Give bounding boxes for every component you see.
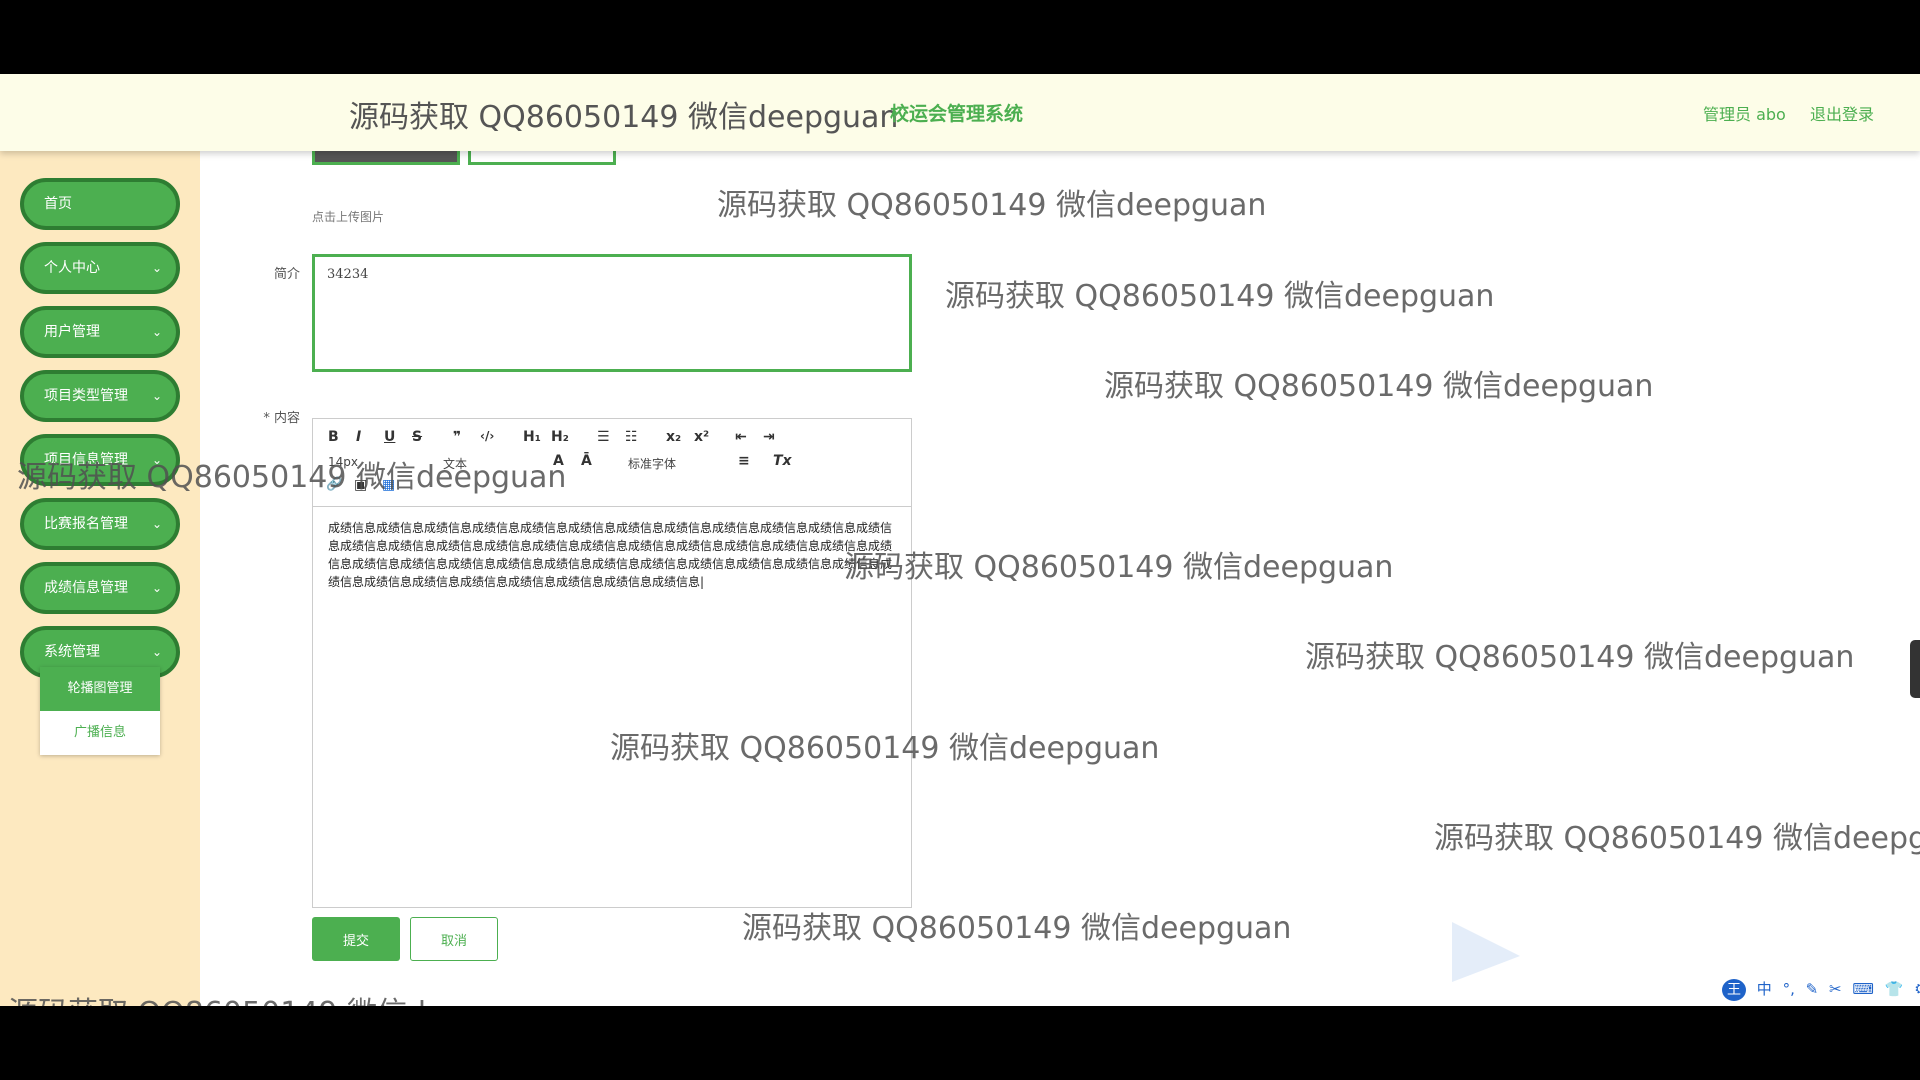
chevron-down-icon: ⌄ [151, 453, 162, 467]
text-style-select[interactable]: 文本 [443, 455, 467, 472]
h1-button[interactable]: H₁ [523, 429, 541, 445]
sidebar-item-label: 个人中心 [44, 260, 100, 276]
uploaded-image-thumbnail[interactable] [312, 151, 460, 165]
rich-text-editor: B I U S ❞ ‹/› H₁ H₂ ☰ ☷ x₂ x² ⇤ ⇥ 14px 文… [312, 418, 912, 908]
editor-toolbar: B I U S ❞ ‹/› H₁ H₂ ☰ ☷ x₂ x² ⇤ ⇥ 14px 文… [313, 419, 911, 507]
bullet-list-icon[interactable]: ☷ [625, 429, 638, 445]
sidebar-item-label: 首页 [44, 196, 72, 212]
ime-chinese-mode-icon[interactable]: 中 [1757, 980, 1772, 998]
content-label: * 内容 [263, 411, 300, 426]
sidebar-item-label: 成绩信息管理 [44, 580, 128, 596]
ime-logo-icon[interactable]: 王 [1722, 979, 1746, 1001]
ime-punctuation-icon[interactable]: °, [1783, 980, 1795, 998]
ime-scissors-icon[interactable]: ✂ [1829, 980, 1842, 998]
strike-button[interactable]: S [412, 429, 422, 445]
code-icon[interactable]: ‹/› [480, 429, 494, 443]
bold-button[interactable]: B [328, 429, 339, 445]
clear-format-icon[interactable]: Tx [773, 453, 792, 469]
italic-button[interactable]: I [356, 429, 361, 445]
play-watermark-icon [1452, 922, 1520, 982]
chevron-down-icon: ⌄ [151, 581, 162, 595]
video-icon[interactable]: ▦ [382, 477, 395, 493]
submenu-item-broadcast[interactable]: 广播信息 [40, 711, 160, 755]
chevron-down-icon: ⌄ [151, 261, 162, 275]
sidebar-item-label: 用户管理 [44, 324, 100, 340]
image-icon[interactable]: ▣ [354, 477, 367, 493]
logout-link[interactable]: 退出登录 [1810, 101, 1874, 125]
ime-toolbar: 王 中 °, ✎ ✂ ⌨ 👕 ⚙ [1722, 978, 1920, 1002]
upload-image-slot[interactable] [468, 151, 616, 165]
intro-textarea[interactable]: 34234 [312, 254, 912, 372]
sidebar-item-project-info[interactable]: 项目信息管理 ⌄ [20, 434, 180, 486]
sidebar-item-project-type[interactable]: 项目类型管理 ⌄ [20, 370, 180, 422]
chevron-down-icon: ⌄ [151, 517, 162, 531]
ime-handwrite-icon[interactable]: ✎ [1806, 980, 1819, 998]
sidebar-item-label: 项目信息管理 [44, 452, 128, 468]
underline-button[interactable]: U [384, 429, 395, 445]
cancel-button[interactable]: 取消 [410, 917, 498, 961]
ordered-list-icon[interactable]: ☰ [597, 429, 610, 445]
font-color-icon[interactable]: A [553, 453, 564, 469]
superscript-button[interactable]: x² [694, 429, 709, 445]
sidebar-item-registration[interactable]: 比赛报名管理 ⌄ [20, 498, 180, 550]
background-color-icon[interactable]: Ā [581, 453, 592, 469]
sidebar-item-home[interactable]: 首页 [20, 178, 180, 230]
h2-button[interactable]: H₂ [551, 429, 569, 445]
font-family-select[interactable]: 标准字体 [628, 455, 676, 472]
app-screen: 源码获取 QQ86050149 微信deepguan 校运会管理系统 管理员 a… [0, 74, 1920, 1006]
sidebar-item-label: 比赛报名管理 [44, 516, 128, 532]
upload-hint: 点击上传图片 [312, 210, 385, 224]
submenu-item-carousel[interactable]: 轮播图管理 [40, 667, 160, 711]
indent-icon[interactable]: ⇥ [763, 429, 775, 445]
sidebar: 首页 个人中心 ⌄ 用户管理 ⌄ 项目类型管理 ⌄ 项目信息管理 ⌄ 比赛报名管… [0, 151, 200, 1006]
link-icon[interactable]: 🔗 [326, 477, 342, 492]
sidebar-item-user-management[interactable]: 用户管理 ⌄ [20, 306, 180, 358]
subscript-button[interactable]: x₂ [666, 429, 681, 445]
sidebar-item-score-info[interactable]: 成绩信息管理 ⌄ [20, 562, 180, 614]
font-size-select[interactable]: 14px [328, 455, 358, 469]
chevron-down-icon: ⌄ [151, 389, 162, 403]
main-content: 点击上传图片 简介 34234 * 内容 B I U S ❞ ‹/› H₁ H₂… [200, 151, 1920, 1006]
top-header: 源码获取 QQ86050149 微信deepguan 校运会管理系统 管理员 a… [0, 74, 1920, 151]
admin-user-label: 管理员 abo [1703, 105, 1786, 124]
ime-settings-icon[interactable]: ⚙ [1914, 980, 1920, 998]
sidebar-item-personal-center[interactable]: 个人中心 ⌄ [20, 242, 180, 294]
quote-icon[interactable]: ❞ [453, 429, 461, 445]
submit-button[interactable]: 提交 [312, 917, 400, 961]
outdent-icon[interactable]: ⇤ [735, 429, 747, 445]
editor-content-area[interactable]: 成绩信息成绩信息成绩信息成绩信息成绩信息成绩信息成绩信息成绩信息成绩信息成绩信息… [313, 507, 911, 603]
header-watermark: 源码获取 QQ86050149 微信deepguan [349, 100, 899, 135]
sidebar-item-label: 项目类型管理 [44, 388, 128, 404]
chevron-down-icon: ⌄ [151, 325, 162, 339]
intro-label: 简介 [273, 267, 300, 282]
align-icon[interactable]: ≡ [738, 453, 750, 469]
sidebar-item-label: 系统管理 [44, 644, 100, 660]
ime-keyboard-icon[interactable]: ⌨ [1852, 980, 1874, 998]
side-panel-handle[interactable] [1910, 640, 1920, 698]
ime-skin-icon[interactable]: 👕 [1885, 980, 1904, 998]
system-submenu: 轮播图管理 广播信息 [40, 667, 160, 755]
system-title: 校运会管理系统 [890, 103, 1024, 125]
